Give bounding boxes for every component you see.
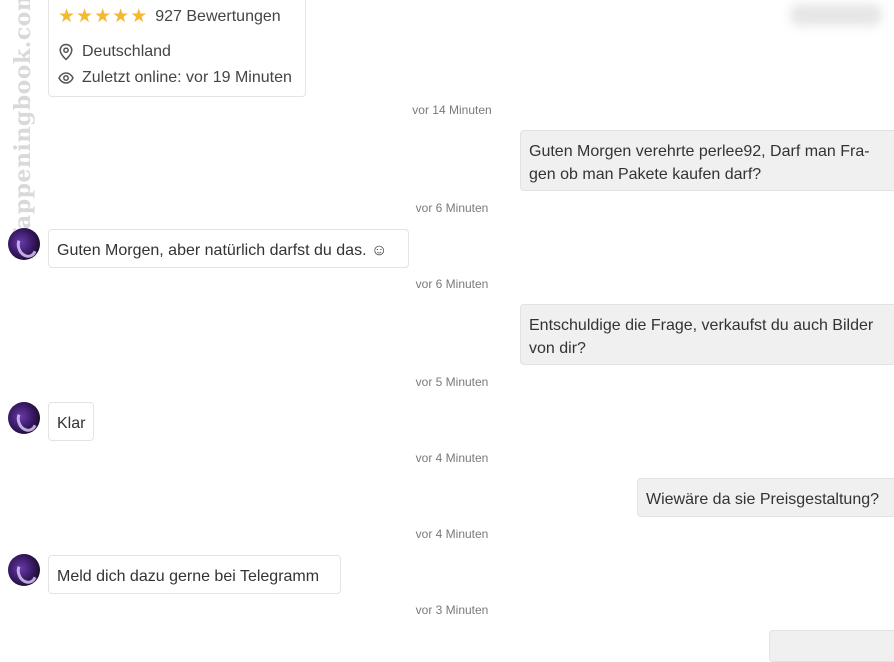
rating-row: ★ ★ ★ ★ ★ 927 Bewertungen <box>58 7 281 26</box>
star-rating: ★ ★ ★ ★ ★ <box>58 7 147 26</box>
message-timestamp: vor 5 Minuten <box>415 375 489 389</box>
profile-card: ★ ★ ★ ★ ★ 927 Bewertungen Deutschland Zu… <box>48 0 306 97</box>
message-timestamp: vor 14 Minuten <box>412 103 492 117</box>
message-timestamp: vor 4 Minuten <box>415 451 489 465</box>
star-icon: ★ <box>130 6 148 27</box>
rating-count[interactable]: 927 Bewertungen <box>155 8 280 26</box>
watermark: fappeningbook.com <box>10 0 36 239</box>
message-timestamp: vor 6 Minuten <box>415 277 489 291</box>
message-bubble-sent <box>769 630 894 662</box>
message-timestamp: vor 3 Minuten <box>415 603 489 617</box>
last-online-row: Zuletzt online: vor 19 Minuten <box>58 69 292 87</box>
message-bubble-sent: Wiewäre da sie Preisgestaltung? <box>637 478 894 517</box>
message-bubble-received: Klar <box>48 402 94 441</box>
message-timestamp: vor 6 Minuten <box>415 201 489 215</box>
last-online-text: Zuletzt online: vor 19 Minuten <box>82 69 292 86</box>
location-row: Deutschland <box>58 43 171 61</box>
message-timestamp: vor 4 Minuten <box>415 527 489 541</box>
avatar[interactable] <box>8 554 40 586</box>
message-bubble-received: Meld dich dazu gerne bei Telegramm <box>48 555 341 594</box>
blurred-element <box>790 4 882 26</box>
location-text: Deutschland <box>82 43 171 60</box>
star-icon: ★ <box>58 6 76 27</box>
message-bubble-received: Guten Morgen, aber natürlich darfst du d… <box>48 229 409 268</box>
message-bubble-sent: Guten Morgen verehrte perlee92, Darf man… <box>520 130 894 191</box>
message-bubble-sent: Entschuldige die Frage, verkaufst du auc… <box>520 304 894 365</box>
avatar[interactable] <box>8 402 40 434</box>
star-icon: ★ <box>76 6 94 27</box>
star-icon: ★ <box>94 6 112 27</box>
location-pin-icon <box>59 43 73 61</box>
eye-icon <box>58 72 74 84</box>
avatar[interactable] <box>8 228 40 260</box>
star-icon: ★ <box>112 6 130 27</box>
